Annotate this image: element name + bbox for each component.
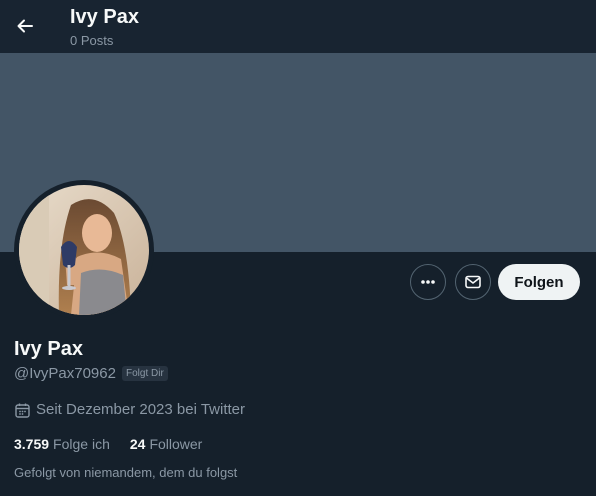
avatar[interactable] [19, 185, 149, 315]
followers-count: 24 [129, 436, 146, 452]
avatar-photo [19, 185, 149, 315]
joined-date: Seit Dezember 2023 bei Twitter [14, 401, 245, 419]
following-link[interactable]: 3.759 Folge ich [14, 435, 110, 453]
profile-page: Ivy Pax 0 Posts Folgen Ivy Pax @IvyPax70… [0, 0, 596, 496]
followers-label: Follower [149, 436, 203, 452]
calendar-icon [14, 402, 31, 419]
back-button[interactable] [8, 9, 42, 43]
more-button[interactable] [410, 264, 446, 300]
top-header: Ivy Pax 0 Posts [0, 0, 596, 53]
joined-text: Seit Dezember 2023 bei Twitter [36, 401, 245, 418]
following-count: 3.759 [14, 436, 50, 452]
envelope-icon [465, 275, 481, 289]
followers-link[interactable]: 24 Follower [130, 435, 202, 453]
follows-you-badge: Folgt Dir [122, 366, 168, 381]
header-title: Ivy Pax [70, 6, 139, 28]
follow-button[interactable]: Folgen [498, 264, 580, 300]
message-button[interactable] [455, 264, 491, 300]
profile-handle: @IvyPax70962 [14, 365, 116, 382]
follow-stats: 3.759 Folge ich 24 Follower [14, 435, 222, 453]
followed-by-text: Gefolgt von niemandem, dem du folgst [14, 465, 238, 480]
following-label: Folge ich [53, 436, 110, 452]
more-horizontal-icon [421, 280, 435, 284]
post-count: 0 Posts [70, 33, 114, 48]
profile-name: Ivy Pax [14, 338, 83, 360]
arrow-left-icon [17, 19, 33, 33]
